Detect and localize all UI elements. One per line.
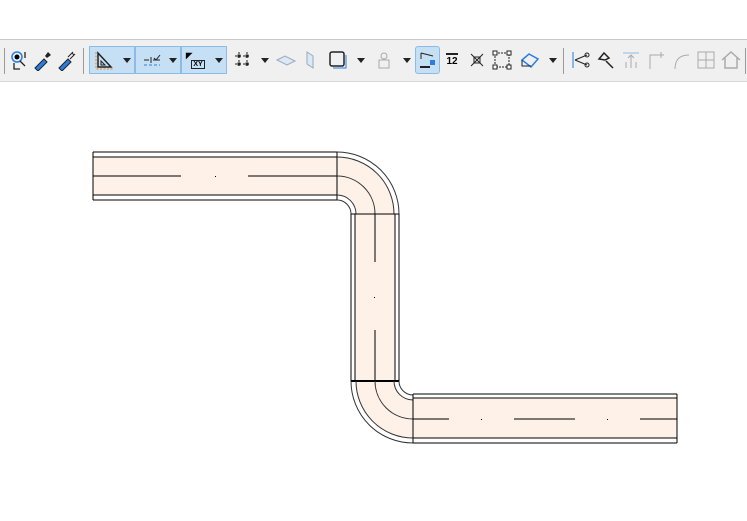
drag-nodes-icon[interactable] — [490, 48, 514, 72]
elbow-fill — [337, 157, 394, 214]
suspend-groups-icon[interactable] — [326, 48, 350, 72]
snap-guides-icon[interactable] — [140, 48, 164, 72]
trace-reference-dropdown[interactable] — [401, 48, 413, 72]
coordinate-input-icon[interactable]: ◤ XY — [186, 48, 210, 72]
guide-lines-dropdown[interactable] — [121, 48, 133, 72]
elevate-icon[interactable] — [619, 48, 643, 72]
roof-icon[interactable] — [719, 48, 743, 72]
corner-icon[interactable] — [644, 48, 668, 72]
plane-tilt-icon[interactable] — [274, 48, 298, 72]
cursor-icon: ◤ — [186, 51, 193, 60]
coordinate-label: XY — [191, 60, 205, 69]
separator — [563, 48, 564, 74]
drawing-canvas[interactable] — [0, 81, 747, 521]
offset-icon[interactable] — [694, 48, 718, 72]
find-select-icon[interactable] — [7, 48, 31, 72]
eyedropper-icon[interactable] — [31, 48, 55, 72]
3d-view-icon[interactable] — [518, 48, 542, 72]
adjust-icon[interactable] — [594, 48, 618, 72]
plane-vertical-icon[interactable] — [298, 48, 322, 72]
separator — [4, 48, 5, 74]
magic-wand-icon[interactable] — [416, 48, 440, 72]
coordinate-input-dropdown[interactable] — [213, 48, 225, 72]
elbow-fill — [356, 381, 413, 438]
dimension-label: 12 — [446, 53, 458, 67]
suspend-groups-dropdown[interactable] — [355, 48, 367, 72]
guide-lines-icon[interactable] — [92, 48, 116, 72]
dimension-icon[interactable]: 12 — [440, 48, 464, 72]
split-icon[interactable] — [569, 48, 593, 72]
grid-snap-icon[interactable] — [231, 48, 255, 72]
stretch-icon[interactable] — [465, 48, 489, 72]
duct-run[interactable] — [92, 151, 678, 444]
toolbar: ◤ XY 12 — [0, 39, 747, 82]
injector-icon[interactable] — [55, 48, 79, 72]
fillet-icon[interactable] — [669, 48, 693, 72]
separator — [83, 48, 84, 74]
3d-view-dropdown[interactable] — [547, 48, 559, 72]
trace-reference-icon[interactable] — [372, 48, 396, 72]
separator — [745, 48, 746, 74]
grid-snap-dropdown[interactable] — [259, 48, 271, 72]
snap-guides-dropdown[interactable] — [167, 48, 179, 72]
duct-segment-fill — [413, 398, 677, 438]
